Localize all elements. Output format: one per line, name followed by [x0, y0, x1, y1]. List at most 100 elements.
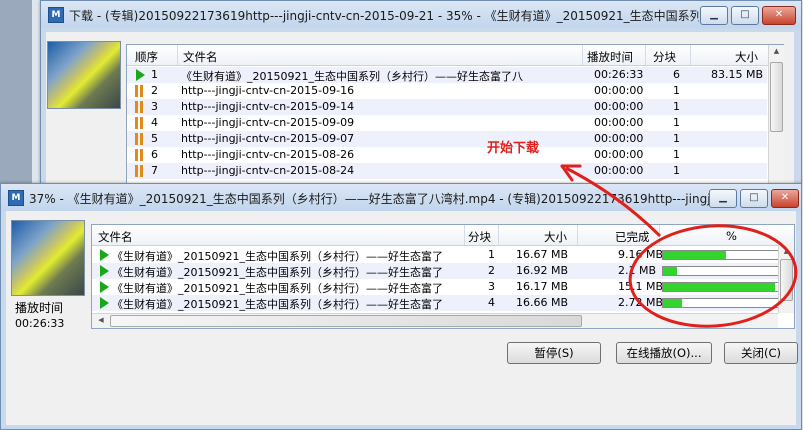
- row-block: 3: [488, 280, 495, 293]
- row-done: 2.72 MB: [618, 296, 664, 309]
- minimize-button[interactable]: ▁: [709, 189, 737, 208]
- close-button[interactable]: 关闭(C): [724, 342, 798, 364]
- table-row[interactable]: 《生财有道》_20150921_生态中国系列（乡村行）——好生态富了 1 16.67…: [92, 247, 780, 263]
- play-time-value: 00:26:33: [15, 317, 65, 330]
- row-done: 9.16 MB: [618, 248, 664, 261]
- file-list-header: 顺序 文件名 播放时间 分块 大小: [127, 45, 783, 66]
- paused-status-icon: [135, 85, 145, 97]
- video-thumbnail: [11, 220, 85, 296]
- paused-status-icon: [135, 117, 145, 129]
- table-row[interactable]: 《生财有道》_20150921_生态中国系列（乡村行）——好生态富了 3 16.17…: [92, 279, 780, 295]
- video-thumbnail: [47, 41, 121, 109]
- row-filename: http---jingji-cntv-cn-2015-09-09: [181, 116, 355, 129]
- row-play-time: 00:00:00: [594, 116, 644, 129]
- table-row[interactable]: 6 http---jingji-cntv-cn-2015-08-26 00:00:0…: [127, 147, 767, 163]
- row-order: 6: [151, 148, 158, 161]
- play-status-icon: [100, 249, 109, 261]
- row-play-time: 00:26:33: [594, 68, 644, 81]
- row-progress-bar: [662, 282, 780, 292]
- row-done: 2.1 MB: [618, 264, 657, 277]
- row-progress-fill: [663, 251, 726, 259]
- scroll-up-icon[interactable]: ▲: [769, 45, 784, 57]
- pause-button[interactable]: 暂停(S): [507, 342, 601, 364]
- row-play-time: 00:00:00: [594, 100, 644, 113]
- row-progress-bar: [662, 298, 780, 308]
- col-order[interactable]: 顺序: [135, 49, 158, 65]
- row-filename: http---jingji-cntv-cn-2015-08-24: [181, 164, 355, 177]
- block-list-scrollbar[interactable]: ▲: [778, 245, 794, 313]
- download-list-titlebar[interactable]: M 下载 - (专辑)20150922173619http---jingji-c…: [41, 1, 801, 28]
- table-row[interactable]: 7 http---jingji-cntv-cn-2015-08-24 00:00:0…: [127, 163, 767, 179]
- scroll-up-icon[interactable]: ▲: [779, 245, 794, 257]
- task-detail-title: 37% - 《生财有道》_20150921_生态中国系列（乡村行）——好生态富了…: [29, 192, 715, 206]
- table-row[interactable]: 《生财有道》_20150921_生态中国系列（乡村行）——好生态富了 2 16.92…: [92, 263, 780, 279]
- row-progress-fill: [663, 299, 682, 307]
- minimize-button[interactable]: ▁: [700, 6, 728, 25]
- paused-status-icon: [135, 133, 145, 145]
- row-order: 2: [151, 84, 158, 97]
- scroll-left-icon[interactable]: ◀: [95, 314, 107, 326]
- row-blocks: 1: [673, 132, 680, 145]
- row-done: 15.1 MB: [618, 280, 664, 293]
- row-blocks: 6: [673, 68, 680, 81]
- col-filename[interactable]: 文件名: [183, 49, 218, 65]
- table-row[interactable]: 2 http---jingji-cntv-cn-2015-09-16 00:00:0…: [127, 83, 767, 99]
- file-list-scrollbar[interactable]: ▲: [768, 45, 784, 183]
- scrollbar-thumb[interactable]: [770, 62, 783, 132]
- col-done[interactable]: 已完成: [615, 229, 650, 245]
- table-row[interactable]: 《生财有道》_20150921_生态中国系列（乡村行）——好生态富了 4 16.66…: [92, 295, 780, 311]
- block-list: 文件名 分块 大小 已完成 % 《生财有道》_20150921_生态中国系列（乡…: [91, 224, 795, 329]
- col-blocks[interactable]: 分块: [653, 49, 676, 65]
- table-row[interactable]: 5 http---jingji-cntv-cn-2015-09-07 00:00:0…: [127, 131, 767, 147]
- col-size[interactable]: 大小: [735, 49, 758, 65]
- row-blocks: 1: [673, 100, 680, 113]
- row-order: 5: [151, 132, 158, 145]
- col-play-time[interactable]: 播放时间: [587, 49, 633, 65]
- play-status-icon: [100, 297, 109, 309]
- app-logo-icon: M: [48, 7, 64, 23]
- row-order: 4: [151, 116, 158, 129]
- col-percent[interactable]: %: [726, 229, 737, 243]
- row-filename: 《生财有道》_20150921_生态中国系列（乡村行）——好生态富了: [112, 266, 443, 279]
- col-filename[interactable]: 文件名: [98, 229, 133, 245]
- row-filename: http---jingji-cntv-cn-2015-09-14: [181, 100, 355, 113]
- block-list-hscrollbar[interactable]: ◀: [92, 313, 778, 328]
- row-progress-bar: [662, 266, 780, 276]
- col-block[interactable]: 分块: [468, 229, 491, 245]
- row-order: 3: [151, 100, 158, 113]
- hscrollbar-thumb[interactable]: [110, 315, 582, 327]
- row-blocks: 1: [673, 164, 680, 177]
- maximize-button[interactable]: □: [740, 189, 768, 208]
- download-file-list: 顺序 文件名 播放时间 分块 大小 1 《生财有道》_20150921_生态中国系…: [126, 44, 784, 185]
- row-filename: http---jingji-cntv-cn-2015-09-16: [181, 84, 355, 97]
- download-list-title: 下载 - (专辑)20150922173619http---jingji-cnt…: [69, 9, 699, 23]
- row-block: 1: [488, 248, 495, 261]
- row-order: 1: [151, 68, 158, 81]
- play-status-icon: [100, 265, 109, 277]
- online-play-button[interactable]: 在线播放(O)...: [616, 342, 712, 364]
- play-status-icon: [136, 69, 145, 81]
- table-row[interactable]: 3 http---jingji-cntv-cn-2015-09-14 00:00:0…: [127, 99, 767, 115]
- maximize-button[interactable]: □: [731, 6, 759, 25]
- row-size: 16.92 MB: [516, 264, 569, 277]
- task-detail-window: M 37% - 《生财有道》_20150921_生态中国系列（乡村行）——好生态…: [0, 183, 802, 430]
- row-filename: 《生财有道》_20150921_生态中国系列（乡村行）——好生态富了: [112, 298, 443, 311]
- app-logo-icon: M: [8, 190, 24, 206]
- row-play-time: 00:00:00: [594, 84, 644, 97]
- paused-status-icon: [135, 149, 145, 161]
- row-order: 7: [151, 164, 158, 177]
- scrollbar-thumb[interactable]: [780, 259, 793, 301]
- row-blocks: 1: [673, 84, 680, 97]
- block-list-header: 文件名 分块 大小 已完成 %: [92, 225, 794, 246]
- paused-status-icon: [135, 101, 145, 113]
- row-progress-fill: [663, 283, 775, 291]
- table-row[interactable]: 4 http---jingji-cntv-cn-2015-09-09 00:00:0…: [127, 115, 767, 131]
- table-row[interactable]: 1 《生财有道》_20150921_生态中国系列（乡村行）——好生态富了八 00:2…: [127, 67, 767, 83]
- col-size[interactable]: 大小: [544, 229, 567, 245]
- close-window-button[interactable]: ✕: [771, 189, 799, 208]
- row-progress-bar: [662, 250, 780, 260]
- row-size: 83.15 MB: [711, 68, 764, 81]
- close-window-button[interactable]: ✕: [762, 6, 796, 25]
- row-block: 2: [488, 264, 495, 277]
- task-detail-titlebar[interactable]: M 37% - 《生财有道》_20150921_生态中国系列（乡村行）——好生态…: [1, 184, 801, 211]
